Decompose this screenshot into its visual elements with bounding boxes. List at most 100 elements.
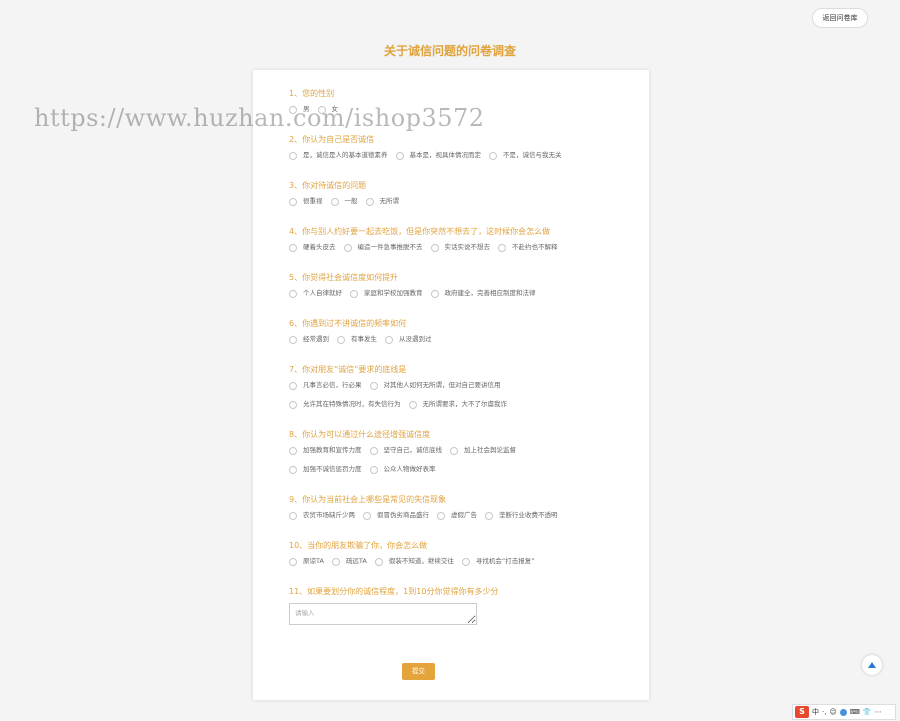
radio-circle-icon[interactable]	[289, 335, 297, 344]
radio-option[interactable]: 实话实说不想去	[430, 242, 491, 253]
radio-option[interactable]: 假冒伪劣商品盛行	[363, 510, 429, 521]
radio-circle-icon[interactable]	[385, 335, 393, 344]
ime-more-icon[interactable]: ⋯	[875, 708, 882, 716]
radio-option[interactable]: 经常遇到	[289, 334, 329, 345]
question-title: 6、你遇到过不讲诚信的频率如何	[289, 319, 407, 328]
option-label: 很重视	[303, 197, 323, 205]
radio-circle-icon[interactable]	[289, 289, 297, 298]
ime-keyboard-icon[interactable]: ⌨	[850, 708, 860, 716]
back-to-top-button[interactable]	[862, 655, 882, 675]
radio-circle-icon[interactable]	[289, 446, 297, 455]
radio-circle-icon[interactable]	[395, 151, 404, 160]
radio-option[interactable]: 有事发生	[337, 334, 377, 345]
survey-card: 1、您的性别男女 2、你认为自己是否诚信 是，诚信是人的基本道德素养 基本是，视具体情…	[253, 70, 649, 700]
radio-circle-icon[interactable]	[330, 197, 339, 206]
radio-circle-icon[interactable]	[331, 557, 340, 566]
radio-circle-icon[interactable]	[430, 289, 439, 298]
radio-option[interactable]: 加上社会舆论监督	[450, 445, 516, 456]
ime-punct[interactable]: ·,	[822, 708, 826, 716]
radio-option[interactable]: 假装不知道，继续交往	[374, 556, 454, 567]
back-to-library-button[interactable]: 返回问卷库	[812, 8, 868, 28]
option-label: 加强不诚信惩罚力度	[303, 465, 362, 473]
radio-option[interactable]: 虚假广告	[437, 510, 477, 521]
option-label: 硬着头皮去	[303, 243, 336, 251]
radio-option[interactable]: 农贸市场缺斤少两	[289, 510, 355, 521]
radio-option[interactable]: 编造一件急事推脱不去	[343, 242, 423, 253]
radio-option[interactable]: 加强不诚信惩罚力度	[289, 464, 362, 475]
radio-option[interactable]: 原谅TA	[289, 556, 324, 567]
question-title: 7、你对朋友“诚信”要求的底线是	[289, 365, 407, 374]
question-title: 8、你认为可以通过什么途径增强诚信度	[289, 430, 431, 439]
radio-circle-icon[interactable]	[337, 335, 345, 344]
option-label: 虚假广告	[451, 511, 477, 519]
radio-circle-icon[interactable]	[365, 197, 374, 206]
radio-circle-icon[interactable]	[369, 446, 378, 455]
radio-option[interactable]: 政府建全，完善相应制度和法律	[430, 288, 536, 299]
radio-option[interactable]: 寻找机会“打击报复”	[461, 556, 535, 567]
radio-circle-icon[interactable]	[289, 243, 297, 252]
radio-option[interactable]: 家庭和学校加强教育	[350, 288, 423, 299]
submit-button[interactable]: 提交	[402, 663, 435, 680]
radio-option[interactable]: 男	[289, 104, 310, 115]
question-block: 8、你认为可以通过什么途径增强诚信度加强教育和宣传力度 坚守自己，诚信底线 加上社会…	[289, 429, 629, 494]
radio-circle-icon[interactable]	[289, 381, 297, 390]
radio-option[interactable]: 从没遇到过	[385, 334, 432, 345]
radio-circle-icon[interactable]	[289, 511, 297, 520]
radio-circle-icon[interactable]	[450, 446, 458, 455]
radio-option[interactable]: 很重视	[289, 196, 323, 207]
radio-circle-icon[interactable]	[363, 511, 371, 520]
radio-circle-icon[interactable]	[461, 557, 470, 566]
radio-circle-icon[interactable]	[369, 381, 378, 390]
radio-circle-icon[interactable]	[369, 465, 378, 474]
radio-circle-icon[interactable]	[437, 511, 445, 520]
option-row: 加强不诚信惩罚力度 公众人物做好表率	[289, 464, 629, 475]
ime-emoji-icon[interactable]: ☺	[829, 708, 836, 716]
radio-circle-icon[interactable]	[498, 243, 506, 252]
radio-circle-icon[interactable]	[430, 243, 439, 252]
radio-circle-icon[interactable]	[289, 105, 297, 114]
radio-option[interactable]: 不是，诚信与我无关	[489, 150, 562, 161]
radio-circle-icon[interactable]	[289, 400, 297, 409]
radio-option[interactable]: 不赴约也不解释	[498, 242, 558, 253]
ime-voice-icon[interactable]	[839, 708, 847, 716]
radio-option[interactable]: 无所谓要求，大不了尔虞我诈	[408, 399, 507, 410]
option-label: 加强教育和宣传力度	[303, 446, 362, 454]
score-textarea[interactable]	[289, 603, 477, 625]
option-label: 实话实说不想去	[444, 243, 491, 251]
radio-option[interactable]: 对其他人如何无所谓，但对自己要讲信用	[369, 380, 501, 391]
radio-option[interactable]: 硬着头皮去	[289, 242, 336, 253]
radio-circle-icon[interactable]	[408, 400, 417, 409]
option-row: 农贸市场缺斤少两 假冒伪劣商品盛行 虚假广告 垄断行业收费不透明	[289, 510, 629, 521]
radio-option[interactable]: 公众人物做好表率	[369, 464, 436, 475]
radio-option[interactable]: 是，诚信是人的基本道德素养	[289, 150, 388, 161]
radio-circle-icon[interactable]	[289, 557, 297, 566]
radio-option[interactable]: 凡事言必信，行必果	[289, 380, 362, 391]
radio-option[interactable]: 加强教育和宣传力度	[289, 445, 362, 456]
question-block: 1、您的性别男女	[289, 88, 629, 134]
radio-circle-icon[interactable]	[350, 289, 358, 298]
radio-circle-icon[interactable]	[343, 243, 352, 252]
radio-circle-icon[interactable]	[374, 557, 383, 566]
radio-option[interactable]: 基本是，视具体情况而定	[395, 150, 481, 161]
option-row: 凡事言必信，行必果 对其他人如何无所谓，但对自己要讲信用	[289, 380, 629, 391]
radio-option[interactable]: 坚守自己，诚信底线	[369, 445, 442, 456]
radio-circle-icon[interactable]	[317, 105, 326, 114]
radio-option[interactable]: 个人自律就好	[289, 288, 342, 299]
radio-circle-icon[interactable]	[485, 511, 493, 520]
option-label: 不赴约也不解释	[512, 243, 558, 251]
ime-logo-icon: S	[795, 706, 809, 718]
radio-circle-icon[interactable]	[289, 197, 297, 206]
radio-option[interactable]: 允许其在特殊情况时，有失信行为	[289, 399, 401, 410]
radio-option[interactable]: 无所谓	[365, 196, 399, 207]
radio-circle-icon[interactable]	[489, 151, 497, 160]
radio-option[interactable]: 疏远TA	[331, 556, 367, 567]
radio-circle-icon[interactable]	[289, 151, 297, 160]
radio-option[interactable]: 一般	[330, 196, 358, 207]
ime-lang[interactable]: 中	[812, 707, 819, 717]
radio-option[interactable]: 女	[317, 104, 338, 115]
option-row: 男女	[289, 104, 629, 115]
ime-skin-icon[interactable]: 👕	[863, 708, 872, 716]
question-title: 5、你觉得社会诚信度如何提升	[289, 273, 399, 282]
radio-circle-icon[interactable]	[289, 465, 297, 474]
radio-option[interactable]: 垄断行业收费不透明	[485, 510, 558, 521]
